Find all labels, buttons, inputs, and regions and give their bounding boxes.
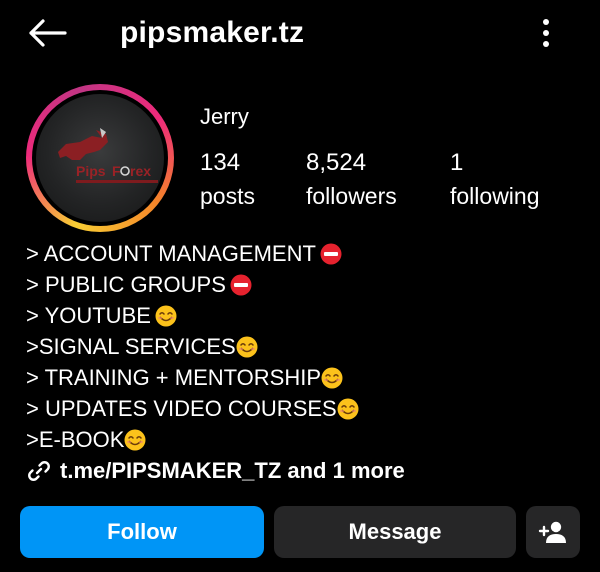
bio-line: >E-BOOK [26,424,586,455]
svg-text:F: F [112,163,121,179]
profile-username: pipsmaker.tz [120,16,305,49]
smiling-face-emoji [155,305,177,326]
link-icon [28,461,50,481]
back-button[interactable] [26,14,68,52]
suggested-users-button[interactable] [526,506,580,558]
smiling-face-emoji [321,367,343,388]
following-count[interactable]: 1 following [450,148,540,211]
followers-value: 8,524 [306,149,367,176]
bio-line: > ACCOUNT MANAGEMENT [26,238,586,269]
top-bar: pipsmaker.tz [0,0,600,70]
story-ring[interactable]: Pips F rex [26,84,174,232]
arrow-left-icon [29,19,67,47]
no-entry-emoji [320,243,342,264]
bio-line: > TRAINING + MENTORSHIP [26,362,586,393]
smiling-face-emoji [337,398,359,419]
link-text[interactable]: t.me/PIPSMAKER_TZ and 1 more [60,458,405,484]
brand-logo: Pips F rex [58,128,158,183]
svg-text:rex: rex [130,163,151,179]
following-label: following [450,183,540,209]
posts-count[interactable]: 134 posts [200,148,255,211]
profile-bio: > ACCOUNT MANAGEMENT > PUBLIC GROUPS > Y… [26,238,586,455]
message-button[interactable]: Message [274,506,516,558]
bio-line: >SIGNAL SERVICES [26,331,586,362]
profile-avatar[interactable]: Pips F rex [36,94,164,222]
smiling-face-emoji [236,336,258,357]
followers-label: followers [306,183,397,209]
svg-text:Pips: Pips [76,163,106,179]
more-options-button[interactable] [530,14,562,52]
posts-value: 134 [200,149,241,176]
posts-label: posts [200,183,255,209]
bio-line: > PUBLIC GROUPS [26,269,586,300]
no-entry-emoji [230,274,252,295]
bio-line: > UPDATES VIDEO COURSES [26,393,586,424]
display-name: Jerry [200,104,249,129]
vertical-dots-icon [543,19,549,47]
bio-line: > YOUTUBE [26,300,586,331]
followers-count[interactable]: 8,524 followers [306,148,397,211]
bio-link[interactable]: t.me/PIPSMAKER_TZ and 1 more [26,456,405,486]
smiling-face-emoji [124,429,146,450]
following-value: 1 [450,149,464,176]
follow-button[interactable]: Follow [20,506,264,558]
add-person-icon [538,521,566,543]
